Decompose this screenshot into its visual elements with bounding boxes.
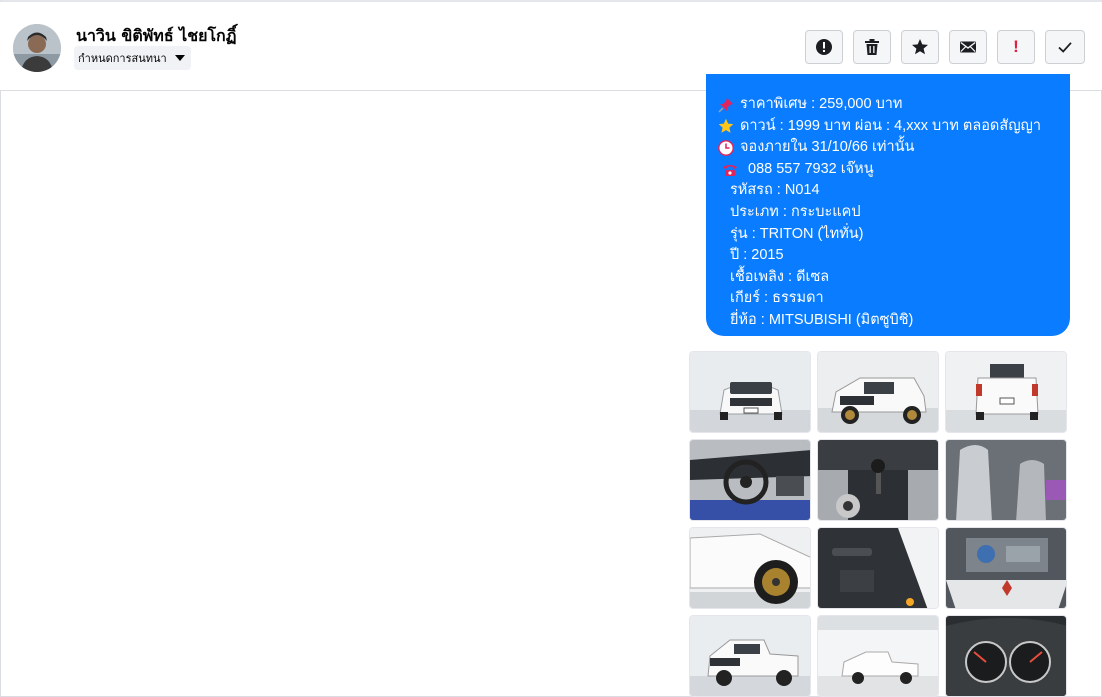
message-text: ราคาพิเศษ : 259,000 บาท <box>740 96 903 112</box>
door-panel-photo[interactable] <box>817 527 939 609</box>
done-button[interactable] <box>1045 30 1085 64</box>
mark-important-button[interactable]: ! <box>997 30 1035 64</box>
car-front-angle-photo[interactable] <box>817 351 939 433</box>
message-line: รุ่น : TRITON (ไททั่น) <box>718 224 1070 246</box>
message-line-booking: จองภายใน 31/10/66 เท่านั้น <box>718 137 1070 159</box>
message-text: ประเภท : กระบะแคป <box>730 203 861 220</box>
trash-icon <box>865 39 879 55</box>
car-rear-photo[interactable] <box>945 351 1067 433</box>
mark-unread-button[interactable] <box>949 30 987 64</box>
telephone-icon <box>723 164 737 176</box>
clock-icon <box>718 140 734 156</box>
car-front-photo[interactable] <box>689 351 811 433</box>
star-button[interactable] <box>901 30 939 64</box>
message-text: เกียร์ : ธรรมดา <box>730 290 824 307</box>
message-line: ประเภท : กระบะแคป <box>718 202 1070 224</box>
message-bubble[interactable]: ราคาพิเศษ : 259,000 บาท ดาวน์ : 1999 บาท… <box>706 74 1070 336</box>
message-text: รหัสรถ : N014 <box>730 182 820 199</box>
car-showroom-photo[interactable] <box>817 615 939 697</box>
message-line: รหัสรถ : N014 <box>718 180 1070 202</box>
gauge-cluster-photo[interactable] <box>945 615 1067 697</box>
message-line-phone: 088 557 7932 เจ๊หนู <box>718 159 1070 181</box>
message-text: เชื้อเพลิง : ดีเซล <box>730 268 830 285</box>
car-side-photo[interactable] <box>689 615 811 697</box>
star-icon <box>912 39 928 55</box>
wheel-closeup-photo[interactable] <box>689 527 811 609</box>
conversation-settings-label: กำหนดการสนทนา <box>78 52 167 65</box>
exclamation-mark-icon: ! <box>1013 37 1019 56</box>
message-text: ดาวน์ : 1999 บาท ผ่อน : 4,xxx บาท ตลอดสั… <box>740 117 1042 134</box>
avatar[interactable] <box>13 24 61 72</box>
message-line: เกียร์ : ธรรมดา <box>718 288 1070 310</box>
message-text: จองภายใน 31/10/66 เท่านั้น <box>740 139 915 156</box>
checkmark-icon <box>1058 42 1072 53</box>
pin-icon <box>718 97 733 113</box>
engine-bay-photo[interactable] <box>945 527 1067 609</box>
message-text: รุ่น : TRITON (ไททั่น) <box>730 225 864 242</box>
delete-button[interactable] <box>853 30 891 64</box>
steering-wheel-photo[interactable] <box>689 439 811 521</box>
message-line: เชื้อเพลิง : ดีเซล <box>718 267 1070 289</box>
chevron-down-icon <box>174 55 185 61</box>
gear-shift-photo[interactable] <box>817 439 939 521</box>
star-emoji-icon <box>718 119 734 134</box>
exclamation-circle-icon <box>816 39 832 55</box>
report-button[interactable] <box>805 30 843 64</box>
message-line-down-payment: ดาวน์ : 1999 บาท ผ่อน : 4,xxx บาท ตลอดสั… <box>718 116 1070 138</box>
message-line: ปี : 2015 <box>718 245 1070 267</box>
envelope-icon <box>960 41 976 53</box>
bucket-seats-photo[interactable] <box>945 439 1067 521</box>
message-text: ยี่ห้อ : MITSUBISHI (มิตซูบิชิ) <box>730 311 914 328</box>
message-text: 088 557 7932 เจ๊หนู <box>748 160 874 177</box>
conversation-settings-dropdown[interactable]: กำหนดการสนทนา <box>74 46 191 70</box>
message-text: ปี : 2015 <box>730 247 784 264</box>
message-line: ยี่ห้อ : MITSUBISHI (มิตซูบิชิ) <box>718 310 1070 332</box>
message-line-price: ราคาพิเศษ : 259,000 บาท <box>718 94 1070 116</box>
